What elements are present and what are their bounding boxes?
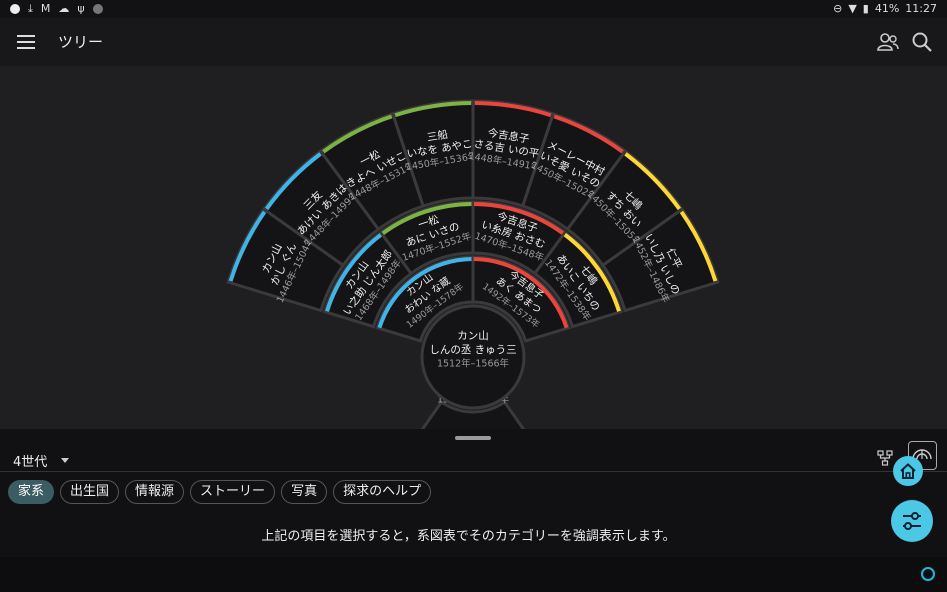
generation-dropdown[interactable]: 4世代 — [13, 451, 70, 470]
chip-4[interactable]: 写真 — [281, 480, 328, 504]
home-icon — [900, 463, 916, 479]
battery-level: 41% — [874, 2, 900, 15]
divider — [0, 471, 947, 472]
battery-icon: ▮ — [862, 2, 869, 15]
page-title: ツリー — [58, 33, 104, 51]
people-icon[interactable] — [877, 32, 899, 52]
fan-center-person[interactable]: カン山しんの丞 きゅう三 1512年–1566年 — [420, 304, 526, 410]
notification-icons: ⤓ M ☁ ψ — [10, 2, 103, 15]
app-notification-icon — [92, 3, 103, 14]
category-chips: 家系 出生国 情報源 ストーリー 写真 探求のヘルプ — [8, 480, 432, 504]
download-icon: ⤓ — [28, 2, 33, 15]
chip-0[interactable]: 家系 — [8, 480, 55, 504]
bottom-panel: 4世代 家系 出生国 情報源 ストーリー 写真 探求のヘルプ 上記の項目を選択すると，系図… — [0, 429, 947, 557]
filter-sliders-icon — [903, 512, 921, 530]
usb-icon: ψ — [77, 2, 85, 15]
chip-1[interactable]: 出生国 — [60, 480, 120, 504]
circle-notification-icon — [10, 3, 20, 14]
gmail-icon: M — [40, 2, 51, 15]
drag-handle[interactable] — [455, 436, 491, 440]
chip-2[interactable]: 情報源 — [125, 480, 185, 504]
chip-5[interactable]: 探求のヘルプ — [333, 480, 432, 504]
system-status: ⊖ ▼ ▮ 41% 11:27 — [833, 2, 937, 15]
generation-value: 4世代 — [13, 455, 48, 470]
do-not-disturb-icon: ⊖ — [833, 2, 843, 15]
center-years: 1512年–1566年 — [437, 358, 510, 370]
system-navigation-bar — [0, 557, 947, 592]
hint-text: 上記の項目を選択すると，系図表でそのカテゴリーを強調表示します。 — [261, 529, 676, 544]
alexa-icon[interactable] — [921, 567, 935, 581]
caret-down-icon — [61, 458, 70, 463]
wifi-icon: ▼ — [848, 2, 857, 15]
clock: 11:27 — [905, 2, 937, 15]
center-name: しんの丞 きゅう三 — [429, 344, 516, 356]
chip-3[interactable]: ストーリー — [190, 480, 276, 504]
center-surname: カン山 — [457, 330, 489, 342]
fan-chart: カン山 おわい な蔵 1490年–1578年 今吉息子 あく あまつ 1492年–1573… — [0, 66, 947, 429]
fan-chart-svg: カン山おわい な蔵1490年–1578年 今吉息子あく あまつ1492年–1573… — [226, 99, 720, 429]
cloud-icon: ☁ — [58, 2, 70, 15]
tree-view-icon[interactable] — [877, 450, 893, 466]
filter-button[interactable] — [891, 500, 933, 542]
search-icon[interactable] — [911, 31, 933, 53]
status-bar: ⤓ M ☁ ψ ⊖ ▼ ▮ 41% 11:27 — [0, 0, 947, 18]
hamburger-menu-icon[interactable] — [17, 35, 35, 49]
app-bar: ツリー — [0, 18, 947, 66]
home-button[interactable] — [893, 456, 923, 486]
